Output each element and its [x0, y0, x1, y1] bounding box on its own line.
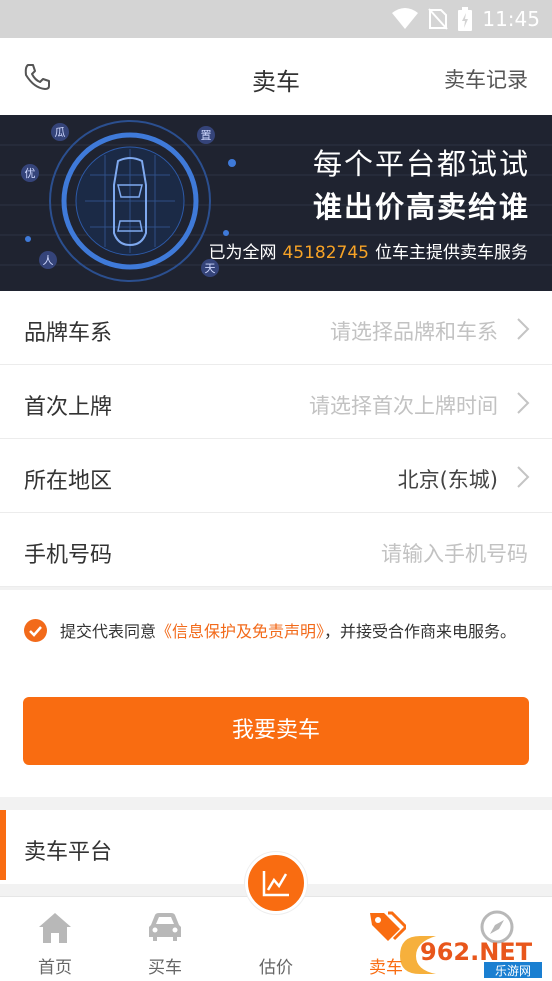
tab-buy-car[interactable]: 买车: [110, 897, 220, 981]
banner-headline-2: 谁出价高卖给谁: [312, 190, 530, 224]
phone-label: 手机号码: [24, 543, 113, 568]
no-sim-icon: [428, 8, 449, 30]
ring-char: 天: [205, 262, 216, 275]
checkmark-icon: [29, 626, 42, 637]
agreement-checkbox[interactable]: [24, 619, 47, 642]
agreement-text-before: 提交代表同意: [60, 622, 157, 641]
first-registration-value: 请选择首次上牌时间: [309, 394, 498, 418]
banner-subline: 已为全网 45182745 位车主提供卖车服务: [208, 238, 528, 263]
car-icon: [149, 913, 181, 941]
promo-banner[interactable]: 瓜 置 优 人 天 每个平台都试试 谁出价高卖给谁 已为全网 45182745 位车…: [0, 115, 552, 291]
app-header: 卖车 卖车记录: [0, 38, 552, 115]
phone-row[interactable]: 手机号码 请输入手机号码: [0, 513, 552, 587]
agreement-text: 提交代表同意《信息保护及免责声明》，并接受合作商来电服务。: [60, 619, 530, 645]
tab-valuation-label: 估价: [259, 958, 293, 978]
phone-input[interactable]: 请输入手机号码: [381, 538, 528, 568]
ring-char: 优: [25, 167, 36, 180]
section-accent-bar: [0, 810, 6, 880]
sell-form: 品牌车系 请选择品牌和车系 首次上牌 请选择首次上牌时间 所在地区 北京(东城)…: [0, 291, 552, 587]
sell-record-link[interactable]: 卖车记录: [444, 64, 528, 94]
ring-char: 置: [201, 129, 212, 142]
privacy-disclaimer-link[interactable]: 《信息保护及免责声明》: [156, 622, 324, 641]
region-value: 北京(东城): [397, 468, 498, 492]
watermark-subtext: 乐游网: [495, 964, 531, 978]
banner-subline-prefix: 已为全网: [208, 243, 277, 263]
agreement-text-after: ，并接受合作商来电服务。: [324, 622, 517, 641]
agreement-section: 提交代表同意《信息保护及免责声明》，并接受合作商来电服务。 我要卖车: [0, 590, 552, 797]
ring-char: 人: [43, 254, 54, 267]
brand-series-label: 品牌车系: [24, 321, 113, 346]
ring-char: 瓜: [55, 126, 66, 139]
chevron-right-icon: [517, 392, 530, 414]
battery-icon: [458, 7, 473, 31]
tab-buy-car-label: 买车: [148, 958, 182, 978]
region-label: 所在地区: [24, 469, 113, 494]
tab-home-label: 首页: [38, 958, 72, 978]
first-registration-label: 首次上牌: [24, 395, 113, 420]
chevron-right-icon: [517, 466, 530, 488]
status-time: 11:45: [482, 7, 540, 31]
status-bar: 11:45: [0, 0, 552, 38]
sell-platform-title: 卖车平台: [24, 840, 113, 865]
region-row[interactable]: 所在地区 北京(东城): [0, 439, 552, 513]
wifi-icon: [392, 8, 419, 29]
home-icon: [39, 913, 71, 943]
submit-sell-button[interactable]: 我要卖车: [23, 697, 529, 765]
tab-home[interactable]: 首页: [0, 897, 110, 981]
valuation-fab[interactable]: [245, 852, 307, 914]
chevron-right-icon: [517, 318, 530, 340]
first-registration-row[interactable]: 首次上牌 请选择首次上牌时间: [0, 365, 552, 439]
owner-count: 45182745: [282, 243, 369, 263]
watermark-logo: 962.NET 乐游网: [400, 936, 542, 978]
banner-subline-suffix: 位车主提供卖车服务: [375, 243, 528, 263]
brand-series-value: 请选择品牌和车系: [330, 320, 498, 344]
brand-series-row[interactable]: 品牌车系 请选择品牌和车系: [0, 291, 552, 365]
chart-line-icon: [262, 871, 289, 897]
watermark-text: 962.NET: [420, 938, 533, 966]
banner-headline-1: 每个平台都试试: [312, 147, 530, 181]
